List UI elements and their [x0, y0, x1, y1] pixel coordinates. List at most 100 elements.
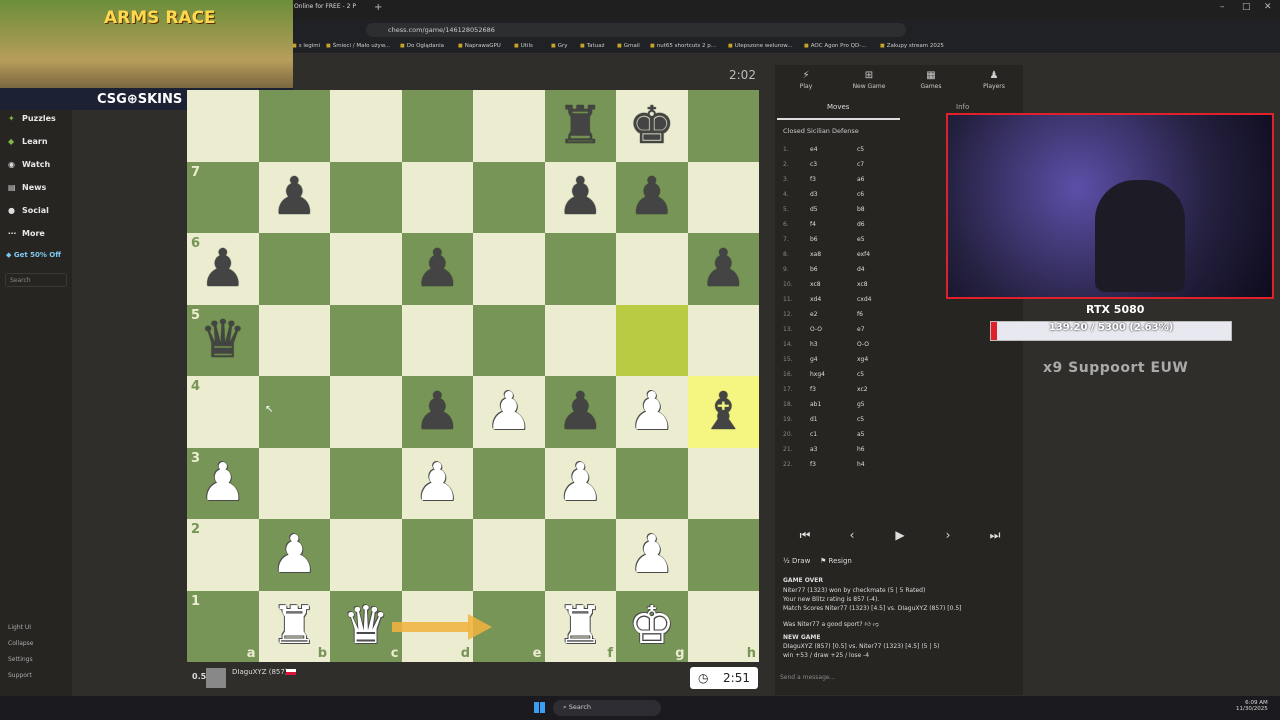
square-f8[interactable]: ♜	[544, 90, 616, 162]
white-move[interactable]: b6	[810, 266, 818, 273]
white-move[interactable]: xd4	[810, 296, 821, 303]
square-f6[interactable]	[544, 233, 616, 305]
square-d7[interactable]	[401, 161, 473, 233]
black-pawn[interactable]: ♟	[557, 386, 604, 438]
square-g4[interactable]: ♟	[616, 376, 688, 448]
black-move[interactable]: a6	[857, 176, 865, 183]
tab-players[interactable]: ♟ Players	[969, 70, 1019, 90]
chat-input[interactable]: Send a message...	[777, 672, 1021, 686]
white-move[interactable]: c1	[810, 431, 817, 438]
bookmark-item[interactable]: NaprawaGPU	[458, 43, 501, 49]
black-move[interactable]: d4	[857, 266, 865, 273]
close-icon[interactable]: ✕	[1264, 2, 1272, 12]
last-move-button[interactable]: ⏭	[975, 528, 1015, 546]
black-pawn[interactable]: ♟	[271, 171, 318, 223]
white-pawn[interactable]: ♟	[199, 457, 246, 509]
black-move[interactable]: h6	[857, 446, 865, 453]
square-a8[interactable]	[187, 90, 259, 162]
square-h6[interactable]: ♟	[687, 233, 759, 305]
settings-link[interactable]: Settings	[8, 656, 33, 663]
square-b2[interactable]: ♟	[258, 519, 330, 591]
black-move[interactable]: e7	[857, 326, 865, 333]
square-f3[interactable]: ♟	[544, 447, 616, 519]
tab-play[interactable]: ⚡ Play	[781, 70, 831, 90]
bookmark-item[interactable]: Gmail	[617, 43, 640, 49]
square-b7[interactable]: ♟	[258, 161, 330, 233]
square-c2[interactable]	[330, 519, 402, 591]
black-move[interactable]: c6	[857, 191, 864, 198]
square-d6[interactable]: ♟	[401, 233, 473, 305]
square-b8[interactable]	[258, 90, 330, 162]
player-name[interactable]: DIaguXYZ (857)	[232, 668, 288, 676]
white-move[interactable]: d1	[810, 416, 818, 423]
black-move[interactable]: d6	[857, 221, 865, 228]
square-c5[interactable]	[330, 304, 402, 376]
square-b1[interactable]: ♜ b	[258, 590, 330, 662]
black-move[interactable]: f6	[857, 311, 863, 318]
url-text[interactable]: chess.com/game/146128052686	[388, 26, 495, 34]
square-g8[interactable]: ♚	[616, 90, 688, 162]
white-move[interactable]: d5	[810, 206, 818, 213]
avatar[interactable]	[206, 668, 226, 688]
square-c7[interactable]	[330, 161, 402, 233]
collapse-button[interactable]: Collapse	[8, 640, 34, 647]
taskbar-search[interactable]: ⌕ Search	[553, 700, 661, 716]
black-move[interactable]: h4	[857, 461, 865, 468]
white-move[interactable]: ab1	[810, 401, 821, 408]
promo-link[interactable]: ◆ Get 50% Off	[6, 251, 61, 259]
bookmark-item[interactable]: Gry	[551, 43, 568, 49]
square-c6[interactable]	[330, 233, 402, 305]
white-move[interactable]: e4	[810, 146, 818, 153]
square-e5[interactable]	[473, 304, 545, 376]
white-move[interactable]: b6	[810, 236, 818, 243]
white-pawn[interactable]: ♟	[271, 529, 318, 581]
light-ui-toggle[interactable]: Light UI	[8, 624, 31, 631]
white-pawn[interactable]: ♟	[414, 457, 461, 509]
white-move[interactable]: d3	[810, 191, 818, 198]
white-pawn[interactable]: ♟	[557, 457, 604, 509]
square-g5-last-move[interactable]	[616, 304, 688, 376]
new-tab-button[interactable]: +	[374, 2, 382, 13]
square-d4[interactable]: ♟	[401, 376, 473, 448]
square-e3[interactable]	[473, 447, 545, 519]
white-move[interactable]: h3	[810, 341, 818, 348]
black-move[interactable]: b8	[857, 206, 865, 213]
white-pawn[interactable]: ♟	[628, 386, 675, 438]
white-rook[interactable]: ♜	[271, 600, 318, 652]
black-move[interactable]: cxd4	[857, 296, 871, 303]
black-pawn[interactable]: ♟	[557, 171, 604, 223]
square-e4[interactable]: ♟	[473, 376, 545, 448]
white-rook[interactable]: ♜	[557, 600, 604, 652]
square-c3[interactable]	[330, 447, 402, 519]
black-bishop[interactable]: ♝	[700, 386, 747, 438]
black-pawn[interactable]: ♟	[199, 243, 246, 295]
bookmark-item[interactable]: Do Oglądania	[400, 43, 444, 49]
square-a2[interactable]: 2	[187, 519, 259, 591]
black-move[interactable]: a5	[857, 431, 865, 438]
maximize-icon[interactable]: □	[1242, 2, 1251, 12]
black-move[interactable]: c5	[857, 416, 864, 423]
subtab-info[interactable]: Info	[956, 103, 969, 111]
white-pawn[interactable]: ♟	[485, 386, 532, 438]
square-d3[interactable]: ♟	[401, 447, 473, 519]
bookmark-item[interactable]: Utils	[514, 43, 533, 49]
square-h3[interactable]	[687, 447, 759, 519]
square-d5[interactable]	[401, 304, 473, 376]
white-move[interactable]: e2	[810, 311, 818, 318]
sidebar-item-social[interactable]: ● Social	[8, 206, 49, 215]
black-rook[interactable]: ♜	[557, 100, 604, 152]
windows-start-icon[interactable]	[534, 702, 545, 713]
white-queen[interactable]: ♛	[342, 600, 389, 652]
support-link[interactable]: Support	[8, 672, 32, 679]
first-move-button[interactable]: ⏮	[785, 528, 825, 546]
black-move[interactable]: O-O	[857, 341, 869, 348]
square-g3[interactable]	[616, 447, 688, 519]
square-a6[interactable]: 6 ♟	[187, 233, 259, 305]
black-pawn[interactable]: ♟	[414, 243, 461, 295]
black-move[interactable]: e5	[857, 236, 865, 243]
bookmark-item[interactable]: Śmieci / Mało używ...	[326, 43, 390, 49]
square-c4[interactable]	[330, 376, 402, 448]
resign-button[interactable]: ⚑ Resign	[820, 557, 852, 565]
bookmark-item[interactable]: nut65 shortcuts 2 p...	[650, 43, 716, 49]
bookmark-item[interactable]: Tatuaż	[580, 43, 605, 49]
